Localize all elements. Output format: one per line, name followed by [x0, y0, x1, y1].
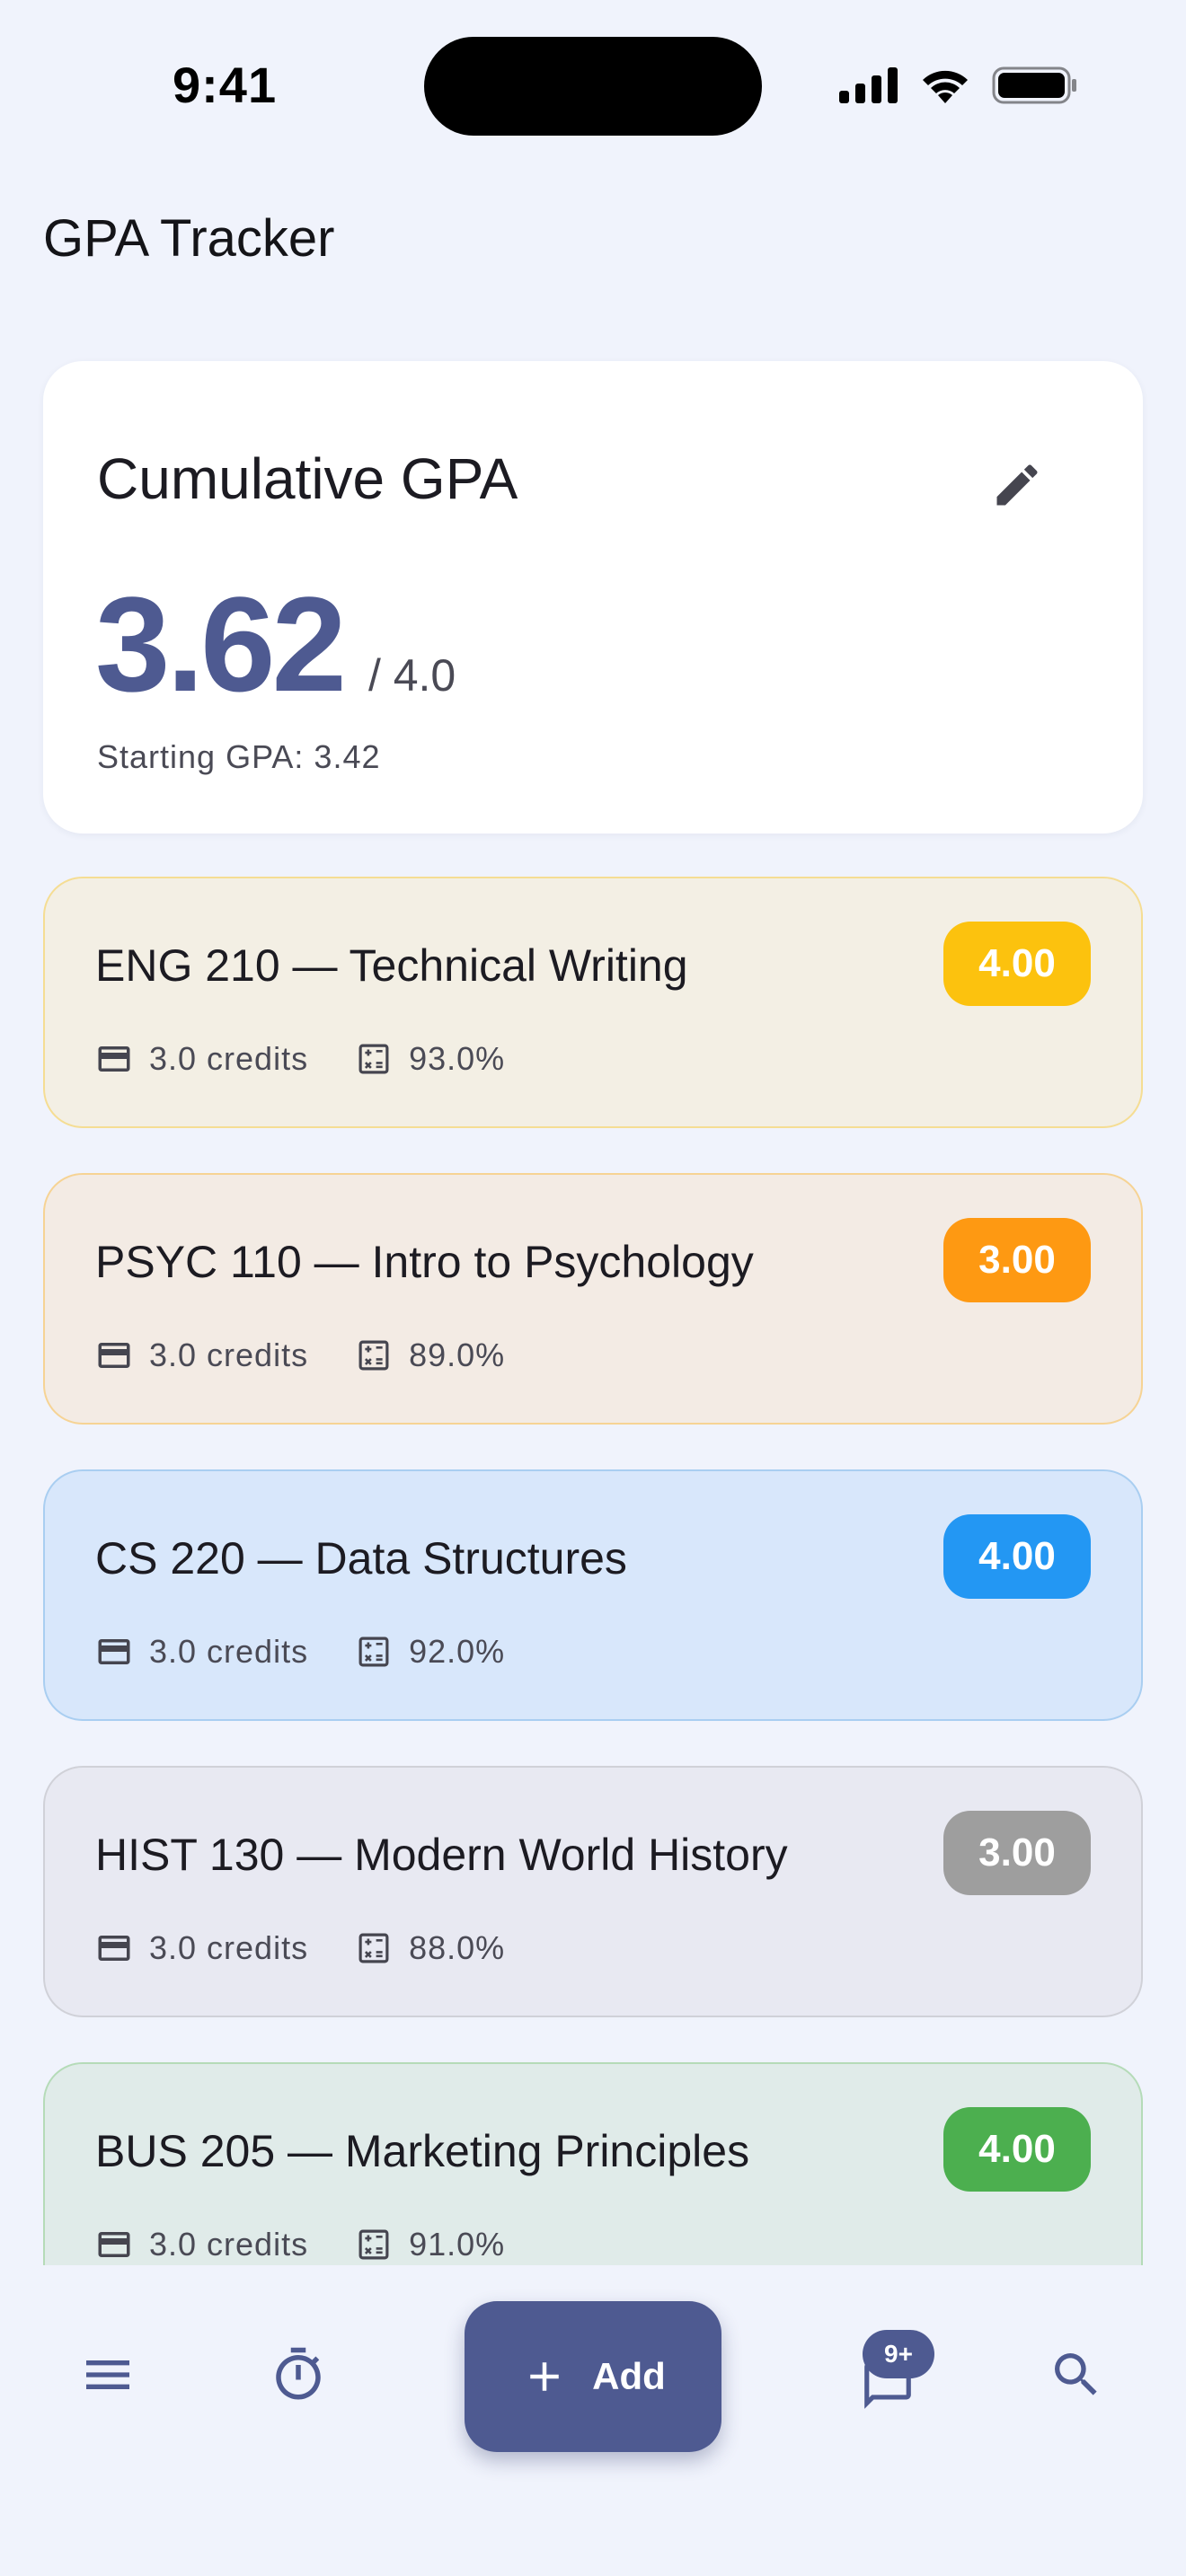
menu-button[interactable] — [63, 2330, 153, 2420]
credit-card-icon — [98, 1343, 130, 1368]
dynamic-island — [424, 37, 762, 136]
course-percent: 89.0% — [409, 1337, 506, 1373]
course-card[interactable]: BUS 205 — Marketing Principles 4.00 3.0 … — [43, 2062, 1143, 2265]
course-percent: 93.0% — [409, 1040, 506, 1077]
menu-icon — [86, 2360, 129, 2389]
status-time: 9:41 — [173, 57, 278, 113]
page-title: GPA Tracker — [43, 209, 335, 268]
course-card[interactable]: HIST 130 — Modern World History 3.00 3.0… — [43, 1766, 1143, 2017]
course-meta: 3.0 credits 89.0% — [95, 1337, 505, 1374]
course-credits: 3.0 credits — [149, 1337, 309, 1373]
grade-badge: 3.00 — [943, 1218, 1091, 1302]
timer-button[interactable] — [253, 2330, 343, 2420]
status-bar: 9:41 — [0, 0, 1186, 171]
add-button-label: Add — [592, 2355, 666, 2397]
timer-icon — [276, 2347, 321, 2400]
add-course-button[interactable]: Add — [465, 2301, 721, 2452]
course-name: PSYC 110 — Intro to Psychology — [95, 1237, 754, 1287]
course-credits: 3.0 credits — [149, 1929, 309, 1966]
course-name: BUS 205 — Marketing Principles — [95, 2126, 750, 2176]
course-percent: 92.0% — [409, 1633, 506, 1670]
search-icon — [1055, 2353, 1097, 2395]
credit-card-icon — [98, 1046, 130, 1072]
credit-card-icon — [98, 1639, 130, 1664]
course-credits: 3.0 credits — [149, 1040, 309, 1077]
signal-icon — [839, 67, 898, 103]
add-icon — [530, 2362, 559, 2391]
course-meta: 3.0 credits 88.0% — [95, 1929, 505, 1967]
bottom-nav: Add 9+ — [0, 2265, 1186, 2576]
course-name: CS 220 — Data Structures — [95, 1533, 627, 1584]
pencil-icon — [996, 464, 1038, 506]
course-name: HIST 130 — Modern World History — [95, 1830, 788, 1880]
battery-icon — [992, 66, 1076, 104]
course-meta: 3.0 credits 92.0% — [95, 1633, 505, 1671]
course-meta: 3.0 credits 91.0% — [95, 2226, 505, 2263]
starting-gpa: Starting GPA: 3.42 — [97, 738, 381, 775]
gpa-card-title: Cumulative GPA — [97, 446, 518, 511]
credit-card-icon — [98, 2232, 130, 2257]
grade-badge: 3.00 — [943, 1811, 1091, 1895]
calculator-icon — [358, 1044, 389, 1074]
search-button[interactable] — [1031, 2330, 1121, 2420]
course-list[interactable]: ENG 210 — Technical Writing 4.00 3.0 cre… — [0, 877, 1186, 2265]
course-card[interactable]: CS 220 — Data Structures 4.00 3.0 credit… — [43, 1469, 1143, 1721]
grade-badge: 4.00 — [943, 1514, 1091, 1599]
course-card[interactable]: PSYC 110 — Intro to Psychology 3.00 3.0 … — [43, 1173, 1143, 1425]
gpa-value-row: 3.62 / 4.0 — [95, 577, 456, 711]
calculator-icon — [358, 1933, 389, 1963]
wifi-icon — [923, 70, 968, 103]
credit-card-icon — [98, 1936, 130, 1961]
gpa-scale: / 4.0 — [367, 650, 456, 701]
course-name: ENG 210 — Technical Writing — [95, 940, 688, 991]
gpa-value: 3.62 — [95, 569, 347, 719]
course-meta: 3.0 credits 93.0% — [95, 1040, 505, 1078]
course-credits: 3.0 credits — [149, 2226, 309, 2263]
calculator-icon — [358, 1340, 389, 1371]
notification-badge: 9+ — [863, 2330, 934, 2378]
course-percent: 88.0% — [409, 1929, 506, 1966]
grade-badge: 4.00 — [943, 922, 1091, 1006]
calculator-icon — [358, 1636, 389, 1667]
cumulative-gpa-card: Cumulative GPA 3.62 / 4.0 Starting GPA: … — [43, 361, 1143, 834]
course-credits: 3.0 credits — [149, 1633, 309, 1670]
status-icons — [839, 63, 1078, 108]
edit-gpa-button[interactable] — [974, 442, 1060, 528]
calculator-icon — [358, 2229, 389, 2260]
grade-badge: 4.00 — [943, 2107, 1091, 2192]
course-percent: 91.0% — [409, 2226, 506, 2263]
course-card[interactable]: ENG 210 — Technical Writing 4.00 3.0 cre… — [43, 877, 1143, 1128]
